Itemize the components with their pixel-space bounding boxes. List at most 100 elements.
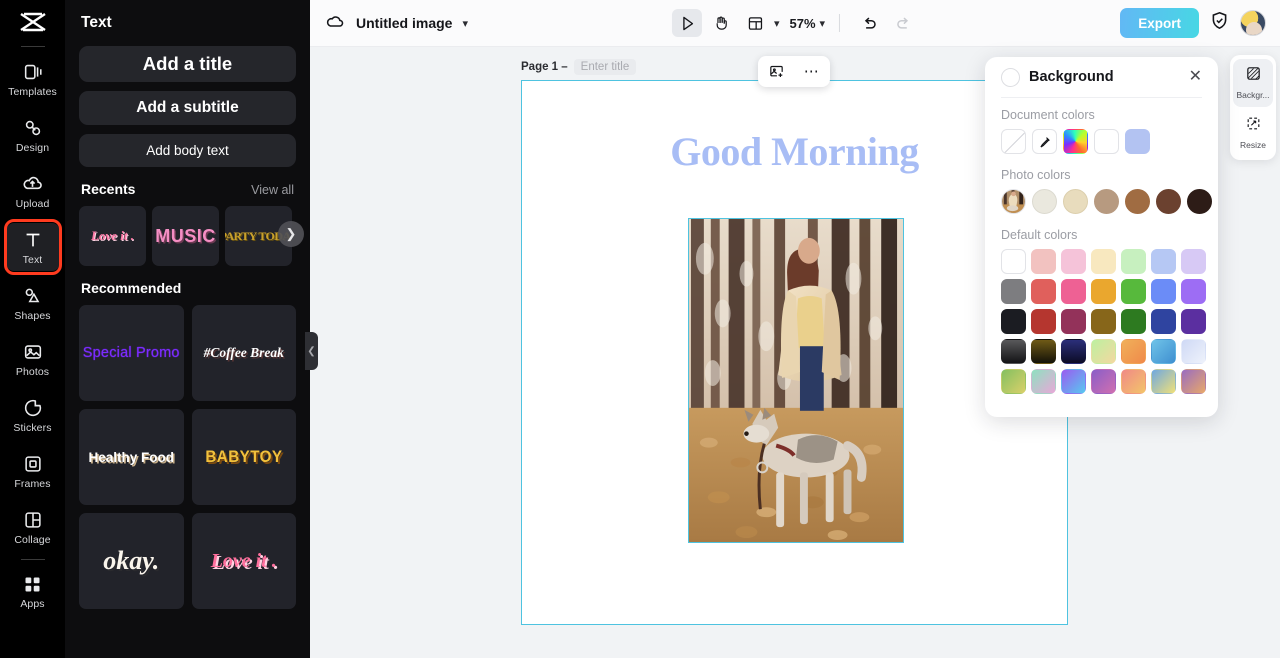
default-color-swatch-4-3[interactable] <box>1091 369 1116 394</box>
recommended-item[interactable]: #Coffee Break <box>191 305 296 401</box>
sidebar-item-frames[interactable]: Frames <box>6 447 60 495</box>
frame-icon <box>22 453 44 475</box>
recommended-section-header: Recommended <box>81 280 294 296</box>
recommended-item[interactable]: BABYTOY <box>191 409 296 505</box>
default-color-swatch-4-6[interactable] <box>1181 369 1206 394</box>
recommended-item[interactable]: Special Promo <box>79 305 184 401</box>
default-color-swatch-2-3[interactable] <box>1091 309 1116 334</box>
default-color-swatch-3-0[interactable] <box>1001 339 1026 364</box>
default-color-swatch-0-3[interactable] <box>1091 249 1116 274</box>
chevron-down-icon[interactable]: ▾ <box>774 17 780 30</box>
sidebar-item-text[interactable]: Text <box>3 219 62 275</box>
default-color-swatch-0-2[interactable] <box>1061 249 1086 274</box>
recents-item[interactable]: MUSIC <box>152 206 219 266</box>
default-color-swatch-3-2[interactable] <box>1061 339 1086 364</box>
dock-item-resize[interactable]: Resize <box>1233 109 1273 157</box>
default-color-swatch-3-6[interactable] <box>1181 339 1206 364</box>
default-color-swatch-2-5[interactable] <box>1151 309 1176 334</box>
default-color-swatch-0-1[interactable] <box>1031 249 1056 274</box>
no-color-swatch[interactable] <box>1001 129 1026 154</box>
default-color-swatch-4-2[interactable] <box>1061 369 1086 394</box>
add-a-subtitle-button[interactable]: Add a subtitle <box>79 91 296 125</box>
default-color-swatch-2-1[interactable] <box>1031 309 1056 334</box>
default-color-swatch-1-2[interactable] <box>1061 279 1086 304</box>
sidebar-item-design[interactable]: Design <box>6 111 60 159</box>
recents-item[interactable]: Love it . <box>79 206 146 266</box>
panel-collapse-handle[interactable]: ❮ <box>305 332 318 370</box>
chevron-down-icon[interactable]: ▾ <box>820 17 826 30</box>
resize-icon <box>1245 115 1262 137</box>
close-x-icon[interactable]: ✕ <box>1189 69 1202 85</box>
add-body-text-button[interactable]: Add body text <box>79 134 296 167</box>
view-all-link[interactable]: View all <box>251 183 294 197</box>
sidebar-item-templates[interactable]: Templates <box>6 55 60 103</box>
default-color-swatch-3-5[interactable] <box>1151 339 1176 364</box>
default-color-swatch-2-0[interactable] <box>1001 309 1026 334</box>
default-color-swatch-4-5[interactable] <box>1151 369 1176 394</box>
recommended-item[interactable]: okay. <box>79 513 184 609</box>
chevron-down-icon[interactable]: ▾ <box>462 17 468 30</box>
eyedropper-swatch[interactable] <box>1032 129 1057 154</box>
sidebar-item-shapes[interactable]: Shapes <box>6 279 60 327</box>
recommended-item[interactable]: Healthy Food <box>79 409 184 505</box>
white-swatch[interactable] <box>1094 129 1119 154</box>
layout-grid-icon[interactable] <box>740 9 770 37</box>
cloud-saved-icon[interactable] <box>324 11 346 36</box>
sidebar-item-apps[interactable]: Apps <box>6 568 60 616</box>
periwinkle-swatch[interactable] <box>1125 129 1150 154</box>
cream-swatch[interactable] <box>1063 189 1088 214</box>
more-options-ellipsis-icon[interactable]: ⋯ <box>799 60 825 84</box>
capcut-logo-icon[interactable] <box>16 8 50 38</box>
dock-item-background[interactable]: Backgr... <box>1233 59 1273 107</box>
off-white-swatch[interactable] <box>1032 189 1057 214</box>
default-color-swatch-0-0[interactable] <box>1001 249 1026 274</box>
default-color-swatch-0-4[interactable] <box>1121 249 1146 274</box>
current-background-swatch[interactable] <box>1001 67 1020 87</box>
export-button[interactable]: Export <box>1120 8 1199 38</box>
sidebar-item-upload[interactable]: Upload <box>6 167 60 215</box>
select-cursor-icon[interactable] <box>671 9 702 37</box>
recents-item-label: Love it . <box>91 228 134 243</box>
replace-image-icon[interactable] <box>763 60 789 84</box>
user-avatar[interactable] <box>1240 10 1266 36</box>
default-color-swatch-3-1[interactable] <box>1031 339 1056 364</box>
sidebar-item-photos[interactable]: Photos <box>6 335 60 383</box>
document-title[interactable]: Untitled image <box>356 15 452 31</box>
source-photo-swatch[interactable] <box>1001 189 1026 214</box>
default-color-swatch-2-4[interactable] <box>1121 309 1146 334</box>
default-color-swatch-1-3[interactable] <box>1091 279 1116 304</box>
near-black-brown-swatch[interactable] <box>1187 189 1212 214</box>
default-color-swatch-4-4[interactable] <box>1121 369 1146 394</box>
medium-brown-swatch[interactable] <box>1125 189 1150 214</box>
tan-swatch[interactable] <box>1094 189 1119 214</box>
hand-pan-icon[interactable] <box>706 9 736 37</box>
dark-brown-swatch[interactable] <box>1156 189 1181 214</box>
zoom-level-value: 57% <box>789 15 816 31</box>
default-color-swatch-0-5[interactable] <box>1151 249 1176 274</box>
default-color-swatch-3-4[interactable] <box>1121 339 1146 364</box>
default-color-swatch-1-5[interactable] <box>1151 279 1176 304</box>
recommended-item[interactable]: Love it . <box>191 513 296 609</box>
default-color-swatch-1-4[interactable] <box>1121 279 1146 304</box>
default-color-swatch-1-1[interactable] <box>1031 279 1056 304</box>
default-color-swatch-2-2[interactable] <box>1061 309 1086 334</box>
page-title-input[interactable]: Enter title <box>573 59 637 75</box>
default-color-swatch-0-6[interactable] <box>1181 249 1206 274</box>
undo-arrow-icon[interactable] <box>854 9 884 37</box>
default-color-swatch-3-3[interactable] <box>1091 339 1116 364</box>
default-color-swatch-4-0[interactable] <box>1001 369 1026 394</box>
woman-with-husky-dog-in-autumn-forest <box>689 219 903 542</box>
default-color-swatch-2-6[interactable] <box>1181 309 1206 334</box>
redo-arrow-icon[interactable] <box>888 9 918 37</box>
sidebar-item-stickers[interactable]: Stickers <box>6 391 60 439</box>
default-color-swatch-1-0[interactable] <box>1001 279 1026 304</box>
add-a-title-button[interactable]: Add a title <box>79 46 296 82</box>
default-color-swatch-1-6[interactable] <box>1181 279 1206 304</box>
left-icon-rail: Templates Design Upload Text Shapes Phot… <box>0 0 65 658</box>
canvas-photo-element[interactable] <box>688 218 904 543</box>
sidebar-item-collage[interactable]: Collage <box>6 503 60 551</box>
shield-check-icon[interactable] <box>1209 10 1230 36</box>
default-color-swatch-4-1[interactable] <box>1031 369 1056 394</box>
chevron-right-icon[interactable]: ❯ <box>278 221 304 247</box>
custom-color-wheel-swatch[interactable] <box>1063 129 1088 154</box>
